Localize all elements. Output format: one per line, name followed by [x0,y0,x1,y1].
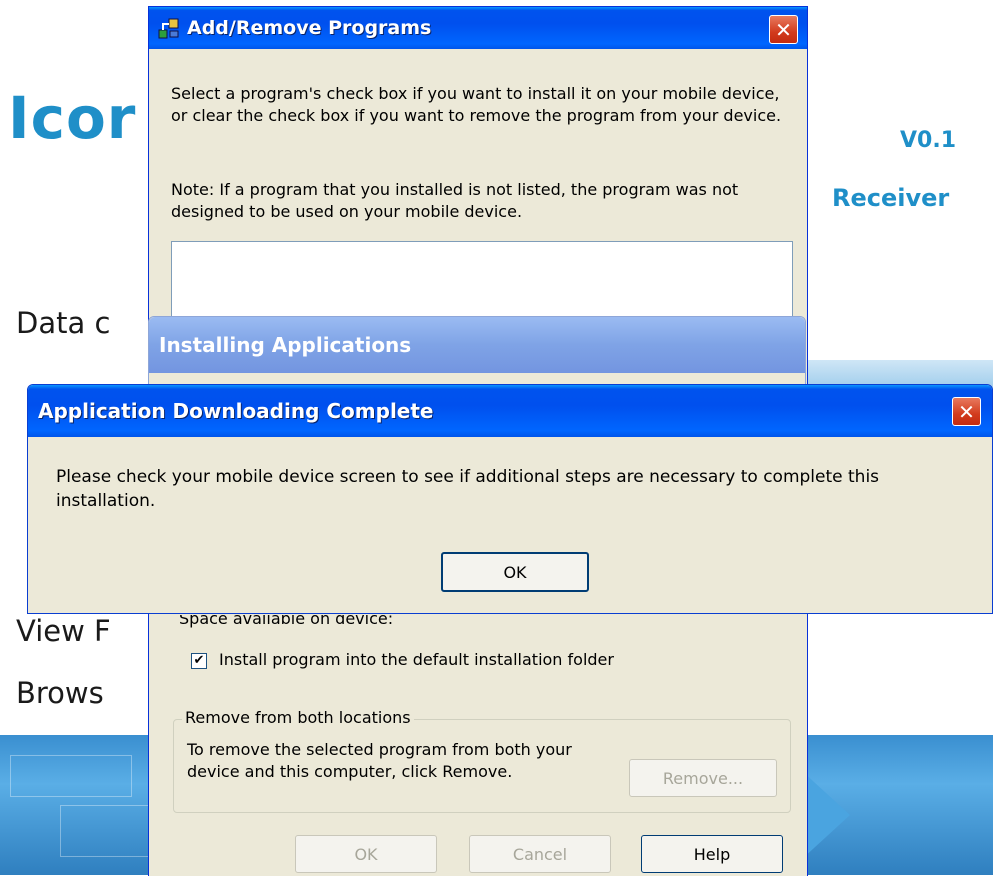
add-remove-title-bar[interactable]: Add/Remove Programs [149,7,807,49]
program-list[interactable] [171,241,793,323]
app-logo: Icor [8,84,137,152]
close-icon[interactable]: ✕ [769,15,798,44]
remove-group-label: Remove from both locations [182,708,414,727]
ok-button[interactable]: OK [441,552,589,592]
download-complete-dialog: Application Downloading Complete ✕ Pleas… [27,384,993,614]
app-subtitle: Receiver [832,184,950,212]
add-remove-title: Add/Remove Programs [187,17,432,39]
note-text: Note: If a program that you installed is… [171,180,739,221]
remove-group-text: To remove the selected program from both… [187,740,572,781]
installing-title: Installing Applications [159,333,412,357]
menu-item-view[interactable]: View F [16,614,111,648]
help-button[interactable]: Help [641,835,783,873]
add-remove-programs-icon [157,16,181,40]
menu-item-browse[interactable]: Brows [16,676,104,710]
app-version: V0.1 [900,128,956,153]
close-icon[interactable]: ✕ [952,397,981,426]
checkbox-checked-icon[interactable]: ✔ [191,653,207,669]
cancel-button[interactable]: Cancel [469,835,611,873]
space-available-label: Space available on device: [179,615,394,628]
complete-title: Application Downloading Complete [38,399,434,423]
ok-button-disabled[interactable]: OK [295,835,437,873]
installing-title-bar[interactable]: Installing Applications [149,317,805,373]
intro-text: Select a program's check box if you want… [171,84,782,125]
remove-button[interactable]: Remove... [629,759,777,797]
complete-title-bar[interactable]: Application Downloading Complete [28,385,992,437]
menu-item-data[interactable]: Data c [16,306,110,340]
complete-message: Please check your mobile device screen t… [56,467,880,511]
install-default-label[interactable]: Install program into the default install… [219,649,779,671]
